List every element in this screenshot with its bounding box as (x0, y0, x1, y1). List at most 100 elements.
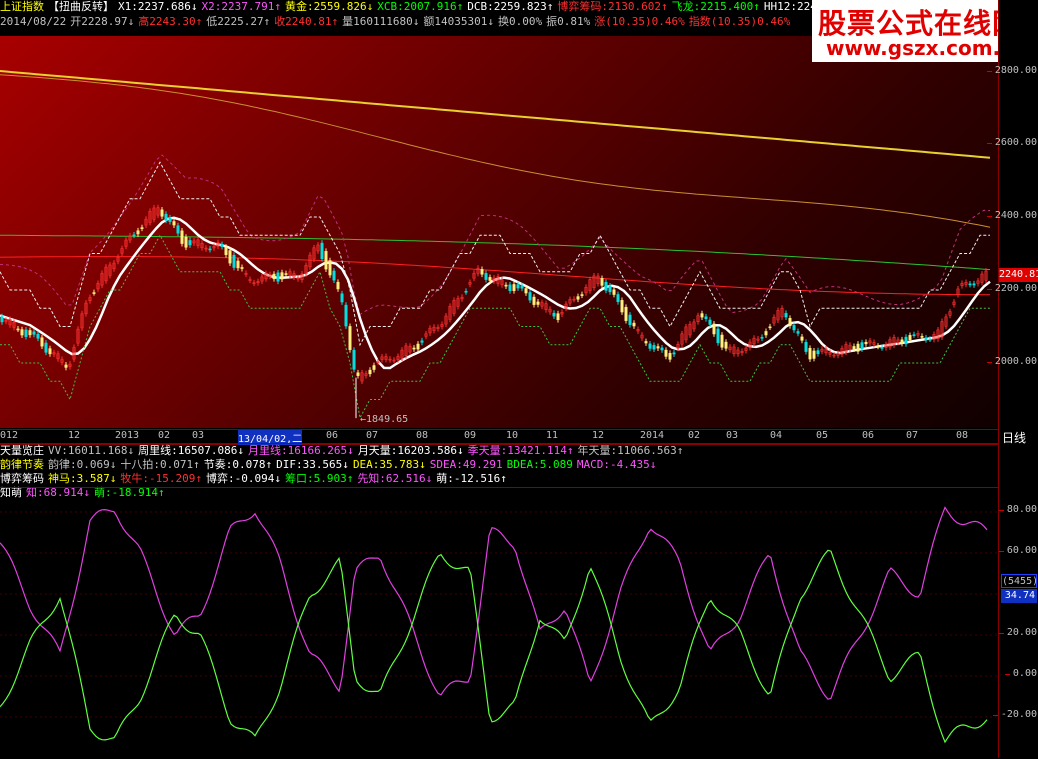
candle-body (768, 326, 772, 329)
candle-body (344, 304, 348, 327)
candle-body (160, 209, 164, 217)
candle-body (176, 225, 180, 234)
candle-body (28, 330, 32, 336)
header-item: XCB:2007.916↑ (377, 0, 464, 13)
rhythm-indicator-row: 韵律节奏 韵律:0.069↓ 十八拍:0.071↑ 节奏:0.078↑ DIF:33.5… (0, 458, 998, 472)
candle-body (524, 288, 528, 294)
ma-line-white (0, 216, 991, 370)
time-axis-label: 05 (816, 430, 829, 441)
candle-body (516, 284, 520, 289)
time-axis-label: 08 (956, 430, 969, 441)
candle-body (40, 337, 44, 347)
candle-body (924, 337, 928, 340)
indicator-item: 韵律节奏 (0, 458, 44, 471)
candle-body (368, 369, 372, 375)
candle-body (928, 338, 932, 341)
time-axis-label: 12 (68, 430, 81, 441)
oscillator-chart-area[interactable] (0, 487, 998, 759)
indicator-item: 韵律:0.069↓ (48, 458, 117, 471)
header-item: 飞龙:2215.400↑ (671, 0, 760, 13)
candle-body (64, 364, 68, 368)
candle-body (348, 326, 352, 350)
time-axis-label: 2013 (115, 430, 140, 441)
candle-body (604, 281, 608, 291)
candle-body (644, 341, 648, 344)
indicator-item: 月里线:16166.265↓ (247, 444, 354, 457)
quote-item: 2014/08/22 (0, 15, 67, 28)
indicator-item: 年天量:11066.563↑ (577, 444, 684, 457)
candle-body (32, 331, 36, 335)
time-axis-label: 08 (416, 430, 429, 441)
candle-body (236, 260, 240, 269)
candle-body (352, 349, 356, 370)
candle-body (416, 343, 420, 350)
time-axis-label: 03 (192, 430, 205, 441)
candle-body (724, 341, 728, 349)
candle-body (804, 342, 808, 352)
time-axis-label: 12 (592, 430, 605, 441)
candle-body (616, 294, 620, 303)
indicator-item: DIF:33.565↓ (276, 458, 349, 471)
candle-body (488, 277, 492, 281)
candle-body (876, 345, 880, 348)
indicator-item: 周里线:16507.086↓ (138, 444, 244, 457)
time-axis-label: 03 (726, 430, 739, 441)
header-item: DCB:2259.823↑ (467, 0, 554, 13)
osc-axis-tick: 60.00 (998, 545, 1037, 556)
header-item: 上证指数 (0, 0, 44, 13)
right-price-axis: 2800.00 2600.00 2400.00 2200.00 2000.00 2240… (986, 0, 1038, 758)
osc-value-badge: 34.74 (1001, 589, 1037, 603)
candle-body (164, 213, 168, 221)
candle-body (972, 283, 976, 286)
candle-body (36, 333, 40, 339)
candle-body (856, 343, 860, 352)
candle-body (228, 250, 232, 264)
header-item: X1:2237.686↓ (118, 0, 198, 13)
candle-body (276, 272, 280, 282)
header-item: 黄金:2559.826↓ (284, 0, 374, 13)
candle-body (328, 260, 332, 276)
time-axis-label: 04 (770, 430, 783, 441)
quote-item: 指数(10.35)0.46% (688, 15, 791, 28)
price-chart-area[interactable] (0, 36, 998, 428)
candle-body (704, 316, 708, 319)
quote-info-row: 2014/08/22 开2228.97↓ 高2243.30↑ 低2225.27↑ 收22… (0, 15, 812, 29)
candle-body (180, 230, 184, 244)
candle-body (168, 217, 172, 222)
candle-body (520, 285, 524, 289)
candle-body (612, 289, 616, 295)
indicator-item: 神马:3.587↓ (48, 472, 117, 485)
indicator-item: 节奏:0.078↑ (203, 458, 273, 471)
candle-body (132, 234, 136, 237)
period-label[interactable]: 日线 (1002, 429, 1026, 446)
candle-body (912, 334, 916, 337)
candle-body (220, 244, 224, 247)
candle-body (700, 313, 704, 318)
time-axis-label: 10 (506, 430, 519, 441)
candle-body (320, 242, 324, 259)
candle-body (420, 340, 424, 343)
candle-body (708, 319, 712, 325)
game-chip-indicator-row: 博弈筹码 神马:3.587↓ 牧牛:-15.209↑ 博弈:-0.094↓ 筹口:5.9… (0, 472, 998, 486)
candle-body (600, 278, 604, 286)
osc-axis-tick: -20.00 (992, 709, 1037, 720)
quote-item: 量160111680↓ (342, 15, 420, 28)
candle-body (800, 336, 804, 341)
quote-item: 换0.00% (498, 15, 543, 28)
candle-body (632, 322, 636, 327)
candle-body (280, 272, 284, 280)
quote-item: 开2228.97↓ (70, 15, 135, 28)
candle-body (0, 316, 4, 323)
candle-body (184, 236, 188, 248)
candle-body (628, 314, 632, 325)
candle-body (968, 283, 972, 286)
candle-body (652, 345, 656, 350)
candle-body (712, 323, 716, 335)
candle-body (336, 281, 340, 290)
candle-body (760, 336, 764, 339)
candle-body (812, 350, 816, 359)
candle-body (920, 336, 924, 338)
candle-body (232, 254, 236, 268)
candle-body (880, 347, 884, 349)
header-item: X2:2237.791↑ (201, 0, 281, 13)
